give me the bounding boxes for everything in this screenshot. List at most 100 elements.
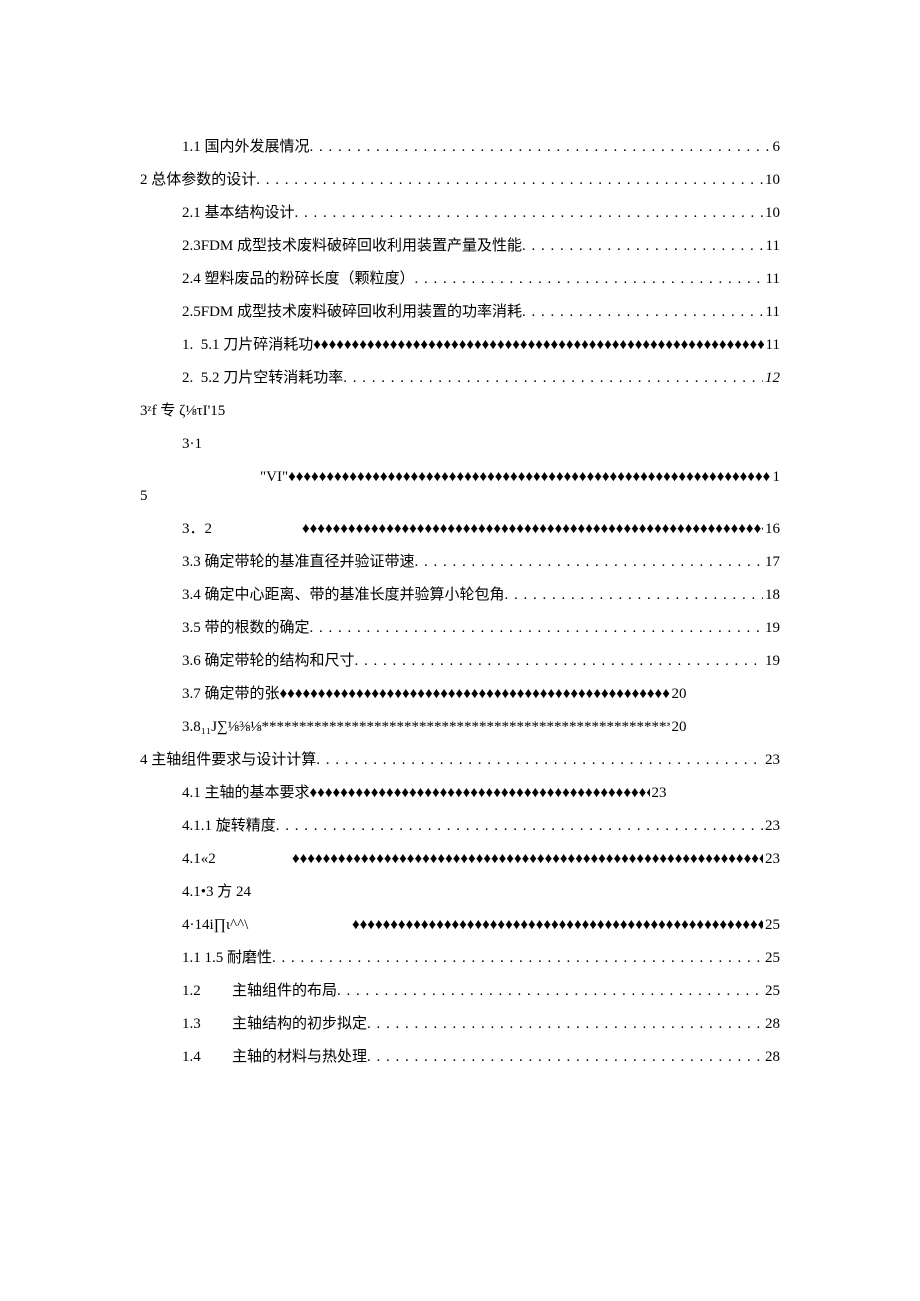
toc-num: 1.3: [182, 1017, 232, 1032]
toc-leader-diamond: ♦♦♦♦♦♦♦♦♦♦♦♦♦♦♦♦♦♦♦♦♦♦♦♦♦♦♦♦♦♦♦♦♦♦♦♦♦♦♦♦…: [302, 522, 763, 537]
toc-page: 1: [771, 470, 781, 485]
toc-label: 2.1 基本结构设计: [182, 206, 295, 221]
toc-page: 6: [771, 140, 781, 155]
toc-leader-diamond: ♦♦♦♦♦♦♦♦♦♦♦♦♦♦♦♦♦♦♦♦♦♦♦♦♦♦♦♦♦♦♦♦♦♦♦♦♦♦♦♦…: [288, 470, 770, 485]
toc-entry: 4.1 主轴的基本要求 ♦♦♦♦♦♦♦♦♦♦♦♦♦♦♦♦♦♦♦♦♦♦♦♦♦♦♦♦…: [140, 786, 780, 801]
toc-label: 1.1 1.5 耐磨性: [182, 951, 272, 966]
toc-label: 5.2 刀片空转消耗功率: [201, 371, 344, 386]
toc-leader: . . . . . . . . . . . . . . . . . . . . …: [256, 173, 763, 188]
toc-entry: 3.3 确定带轮的基准直径并验证带速 . . . . . . . . . . .…: [140, 555, 780, 570]
toc-leader: . . . . . . . . . . . . . . . . . . . . …: [355, 654, 763, 669]
toc-entry: 1. 5.1 刀片碎消耗功 ♦♦♦♦♦♦♦♦♦♦♦♦♦♦♦♦♦♦♦♦♦♦♦♦♦♦…: [140, 338, 780, 353]
toc-label: 2.3FDM 成型技术废料破碎回收利用装置产量及性能: [182, 239, 522, 254]
toc-entry: 3.8₁₁J∑⅛⅜⅛ *****************************…: [140, 720, 780, 735]
toc-page: 20: [670, 687, 687, 702]
toc-label: "VI": [260, 470, 288, 485]
toc-entry: 1.2 主轴组件的布局 . . . . . . . . . . . . . . …: [140, 984, 780, 999]
toc-label: 3.6 确定带轮的结构和尺寸: [182, 654, 355, 669]
toc-leader: . . . . . . . . . . . . . . . . . . . . …: [295, 206, 763, 221]
toc-label: 主轴的材料与热处理: [232, 1050, 367, 1065]
toc-page: 28: [763, 1017, 780, 1032]
toc-label: 4·14i∏ι^^\: [182, 918, 352, 933]
toc-leader: . . . . . . . . . . . . . . . . . . . . …: [310, 140, 771, 155]
toc-label: 5.1 刀片碎消耗功: [201, 338, 314, 353]
toc-label: 3．2: [182, 522, 302, 537]
toc-leader-diamond: ♦♦♦♦♦♦♦♦♦♦♦♦♦♦♦♦♦♦♦♦♦♦♦♦♦♦♦♦♦♦♦♦♦♦♦♦♦♦♦♦…: [352, 918, 763, 933]
toc-leader: . . . . . . . . . . . . . . . . . . . . …: [522, 305, 764, 320]
toc-label: 3.3 确定带轮的基准直径并验证带速: [182, 555, 415, 570]
toc-page: 11: [764, 338, 780, 353]
toc-page: 10: [763, 206, 780, 221]
toc-page: 23: [650, 786, 667, 801]
toc-leader: . . . . . . . . . . . . . . . . . . . . …: [310, 621, 763, 636]
toc-entry: "VI" ♦♦♦♦♦♦♦♦♦♦♦♦♦♦♦♦♦♦♦♦♦♦♦♦♦♦♦♦♦♦♦♦♦♦♦…: [140, 470, 780, 485]
toc-entry: 1.3 主轴结构的初步拟定 . . . . . . . . . . . . . …: [140, 1017, 780, 1032]
toc-page: 11: [764, 239, 780, 254]
toc-leader: . . . . . . . . . . . . . . . . . . . . …: [272, 951, 763, 966]
toc-label: 2.4 塑料废品的粉碎长度（颗粒度）: [182, 272, 415, 287]
toc-leader-diamond: ♦♦♦♦♦♦♦♦♦♦♦♦♦♦♦♦♦♦♦♦♦♦♦♦♦♦♦♦♦♦♦♦♦♦♦♦♦♦♦♦…: [313, 338, 763, 353]
toc-page: 28: [763, 1050, 780, 1065]
toc-entry: 1.1 国内外发展情况 . . . . . . . . . . . . . . …: [140, 140, 780, 155]
toc-entry: 2 总体参数的设计 . . . . . . . . . . . . . . . …: [140, 173, 780, 188]
toc-label: 2.5FDM 成型技术废料破碎回收利用装置的功率消耗: [182, 305, 522, 320]
toc-label: 2 总体参数的设计: [140, 173, 256, 188]
toc-page: 11: [764, 305, 780, 320]
toc-entry: 4.1.1 旋转精度 . . . . . . . . . . . . . . .…: [140, 819, 780, 834]
toc-entry: 2. 5.2 刀片空转消耗功率 . . . . . . . . . . . . …: [140, 371, 780, 386]
toc-leader: . . . . . . . . . . . . . . . . . . . . …: [316, 753, 763, 768]
toc-label: 主轴结构的初步拟定: [232, 1017, 367, 1032]
toc-page: 12: [763, 371, 780, 386]
toc-continuation: 5: [140, 489, 780, 504]
toc-leader: . . . . . . . . . . . . . . . . . . . . …: [337, 984, 763, 999]
toc-leader: . . . . . . . . . . . . . . . . . . . . …: [367, 1017, 763, 1032]
toc-page: 11: [764, 272, 780, 287]
toc-entry: 2.3FDM 成型技术废料破碎回收利用装置产量及性能 . . . . . . .…: [140, 239, 780, 254]
toc-page: 23: [763, 852, 780, 867]
toc-label: 4.1 主轴的基本要求: [182, 786, 310, 801]
toc-label: 4.1.1 旋转精度: [182, 819, 276, 834]
toc-entry: 3.4 确定中心距离、带的基准长度并验算小轮包角 . . . . . . . .…: [140, 588, 780, 603]
toc-leader: . . . . . . . . . . . . . . . . . . . . …: [415, 555, 763, 570]
toc-page: 18: [763, 588, 780, 603]
toc-page: 25: [763, 984, 780, 999]
toc-entry: 3.6 确定带轮的结构和尺寸 . . . . . . . . . . . . .…: [140, 654, 780, 669]
toc-entry: 1.1 1.5 耐磨性 . . . . . . . . . . . . . . …: [140, 951, 780, 966]
toc-entry: 4·14i∏ι^^\ ♦♦♦♦♦♦♦♦♦♦♦♦♦♦♦♦♦♦♦♦♦♦♦♦♦♦♦♦♦…: [140, 918, 780, 933]
toc-leader-diamond: ♦♦♦♦♦♦♦♦♦♦♦♦♦♦♦♦♦♦♦♦♦♦♦♦♦♦♦♦♦♦♦♦♦♦♦♦♦♦♦♦…: [280, 687, 670, 702]
toc-label: 3.5 带的根数的确定: [182, 621, 310, 636]
toc-leader: . . . . . . . . . . . . . . . . . . . . …: [415, 272, 764, 287]
toc-entry: 2.1 基本结构设计 . . . . . . . . . . . . . . .…: [140, 206, 780, 221]
toc-label: 3.8₁₁J∑⅛⅜⅛: [182, 720, 262, 735]
toc-page: 16: [763, 522, 780, 537]
toc-num: 2.: [182, 371, 201, 386]
toc-leader-star: ****************************************…: [262, 720, 670, 735]
toc-leader: . . . . . . . . . . . . . . . . . . . . …: [343, 371, 763, 386]
toc-label: 3·1: [140, 437, 780, 452]
toc-leader: . . . . . . . . . . . . . . . . . . . . …: [276, 819, 763, 834]
toc-leader-diamond: ♦♦♦♦♦♦♦♦♦♦♦♦♦♦♦♦♦♦♦♦♦♦♦♦♦♦♦♦♦♦♦♦♦♦♦♦♦♦♦♦…: [292, 852, 763, 867]
toc-page: 19: [763, 621, 780, 636]
toc-page: 19: [763, 654, 780, 669]
toc-entry: 3．2 ♦♦♦♦♦♦♦♦♦♦♦♦♦♦♦♦♦♦♦♦♦♦♦♦♦♦♦♦♦♦♦♦♦♦♦♦…: [140, 522, 780, 537]
toc-garbled-line: 3ᶻf 专 ζ⅛τI'15: [140, 404, 780, 419]
toc-page: 23: [763, 819, 780, 834]
toc-num: 1.: [182, 338, 201, 353]
toc-garbled-line: 4.1•3 方 24: [140, 885, 780, 900]
toc-page: 17: [763, 555, 780, 570]
toc-page: 23: [763, 753, 780, 768]
toc-label: 4.1«2: [182, 852, 292, 867]
page-content: 1.1 国内外发展情况 . . . . . . . . . . . . . . …: [0, 0, 920, 1301]
toc-page: 25: [763, 951, 780, 966]
toc-entry: 2.5FDM 成型技术废料破碎回收利用装置的功率消耗 . . . . . . .…: [140, 305, 780, 320]
toc-num: 1.2: [182, 984, 232, 999]
toc-label: 4 主轴组件要求与设计计算: [140, 753, 316, 768]
toc-page: 10: [763, 173, 780, 188]
toc-page: 20: [670, 720, 687, 735]
toc-page: 25: [763, 918, 780, 933]
toc-label: 1.1 国内外发展情况: [182, 140, 310, 155]
toc-leader: . . . . . . . . . . . . . . . . . . . . …: [505, 588, 763, 603]
toc-entry: 1.4 主轴的材料与热处理 . . . . . . . . . . . . . …: [140, 1050, 780, 1065]
toc-label: 3.7 确定带的张: [182, 687, 280, 702]
toc-entry: 4.1«2 ♦♦♦♦♦♦♦♦♦♦♦♦♦♦♦♦♦♦♦♦♦♦♦♦♦♦♦♦♦♦♦♦♦♦…: [140, 852, 780, 867]
